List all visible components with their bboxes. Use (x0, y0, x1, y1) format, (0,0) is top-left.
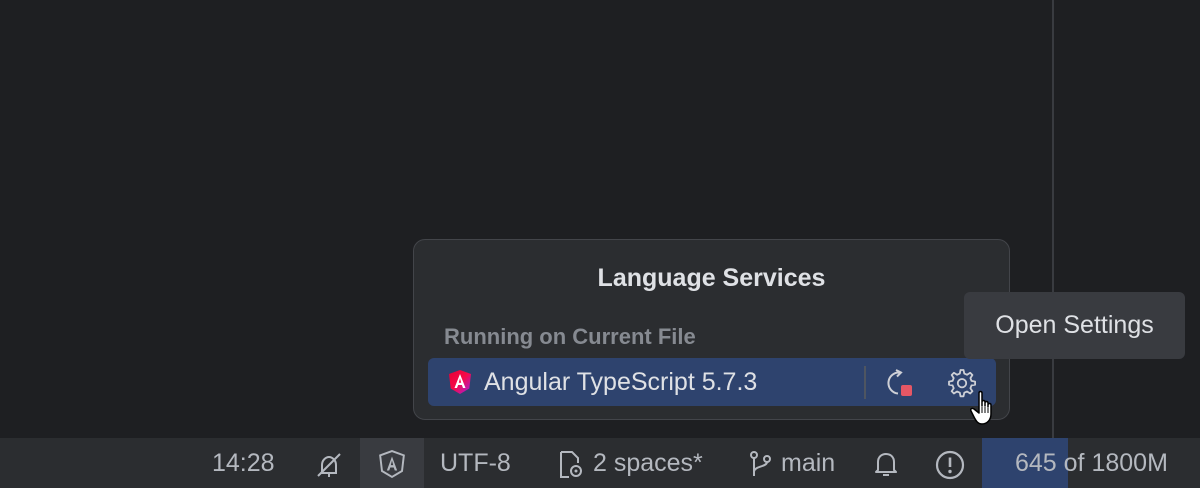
tooltip-open-settings: Open Settings (964, 292, 1185, 359)
section-label: Running on Current File (444, 324, 696, 349)
angular-language-service-widget[interactable] (360, 438, 424, 488)
branch-name: main (781, 449, 836, 477)
readonly-toggle[interactable] (310, 438, 350, 488)
restart-icon[interactable] (884, 368, 914, 398)
file-encoding[interactable]: UTF-8 (440, 438, 511, 488)
notifications-button[interactable] (870, 438, 902, 488)
right-margin-guide (1052, 0, 1054, 438)
readonly-toggle-icon (317, 453, 341, 477)
git-branch-widget[interactable]: main (748, 438, 848, 488)
row-divider (864, 366, 866, 399)
problems-icon (935, 450, 965, 480)
hand-cursor-icon (970, 390, 992, 425)
indent-label: 2 spaces* (593, 449, 703, 477)
status-bar: 14:28 UTF-8 2 spaces* main 645 of 1800M (0, 438, 1200, 488)
service-name: Angular TypeScript 5.7.3 (484, 368, 758, 396)
popup-title: Language Services (597, 264, 826, 292)
service-row-angular[interactable]: Angular TypeScript 5.7.3 (428, 358, 996, 406)
angular-language-service-icon (379, 450, 405, 478)
notifications-bell-icon (875, 453, 897, 476)
caret-position[interactable]: 14:28 (212, 438, 275, 488)
indent-widget[interactable]: 2 spaces* (556, 438, 716, 488)
problems-button[interactable] (933, 438, 967, 488)
indent-settings-icon (560, 451, 582, 478)
language-services-popup: Language Services Running on Current Fil… (413, 239, 1010, 420)
git-branch-icon (750, 451, 771, 476)
angular-icon (449, 370, 471, 394)
memory-indicator[interactable]: 645 of 1800M (1015, 438, 1168, 488)
